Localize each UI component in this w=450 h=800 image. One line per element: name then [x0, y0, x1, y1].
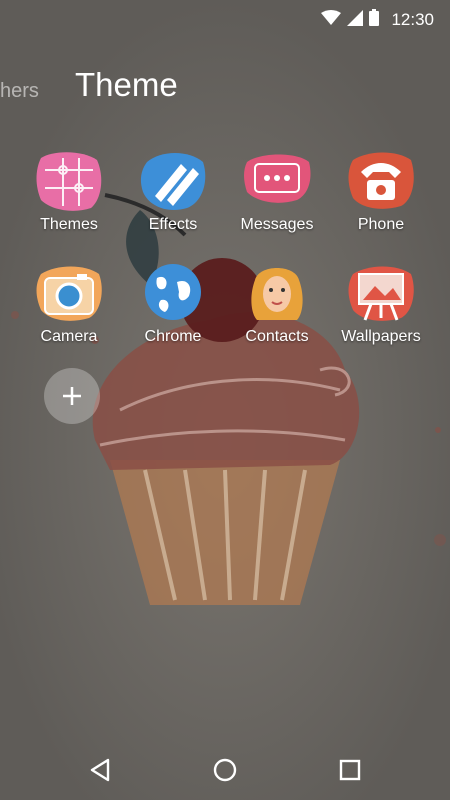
app-themes[interactable]: Themes	[14, 148, 124, 234]
home-icon	[213, 758, 237, 782]
app-label: Effects	[148, 216, 198, 233]
previous-folder-title[interactable]: hers	[0, 80, 39, 103]
puzzle-icon	[36, 152, 102, 211]
chat-bubble-icon	[244, 154, 311, 203]
app-label: Contacts	[245, 328, 309, 345]
wifi-icon	[321, 9, 342, 31]
app-effects[interactable]: Effects	[118, 148, 228, 234]
recents-button[interactable]	[332, 752, 368, 788]
app-label: Themes	[40, 216, 98, 233]
app-contacts[interactable]: Contacts	[222, 260, 332, 346]
back-icon	[90, 758, 110, 782]
battery-icon	[369, 9, 380, 31]
app-label: Camera	[40, 328, 98, 345]
status-clock: 12:30	[391, 10, 434, 29]
app-wallpapers[interactable]: Wallpapers	[326, 260, 436, 346]
recents-icon	[339, 759, 361, 781]
app-label: Chrome	[144, 328, 202, 345]
globe-icon	[145, 264, 201, 320]
easel-icon	[348, 266, 414, 321]
back-button[interactable]	[82, 752, 118, 788]
navigation-bar	[0, 740, 450, 800]
app-camera[interactable]: Camera	[14, 260, 124, 346]
cell-signal-icon	[347, 9, 364, 31]
app-label: Phone	[357, 216, 405, 233]
add-app-button[interactable]	[44, 368, 100, 424]
face-portrait-icon	[251, 268, 303, 320]
app-messages[interactable]: Messages	[222, 148, 332, 234]
app-label: Wallpapers	[341, 328, 421, 345]
status-icons: 12:30	[321, 8, 434, 32]
app-chrome[interactable]: Chrome	[118, 260, 228, 346]
telephone-icon	[348, 152, 414, 209]
status-bar: 12:30	[0, 0, 450, 40]
pencils-icon	[140, 153, 206, 211]
plus-icon	[63, 387, 81, 405]
folder-title: Theme	[75, 66, 178, 103]
app-label: Messages	[240, 216, 314, 233]
camera-icon	[36, 266, 102, 321]
home-button[interactable]	[207, 752, 243, 788]
app-phone[interactable]: Phone	[326, 148, 436, 234]
